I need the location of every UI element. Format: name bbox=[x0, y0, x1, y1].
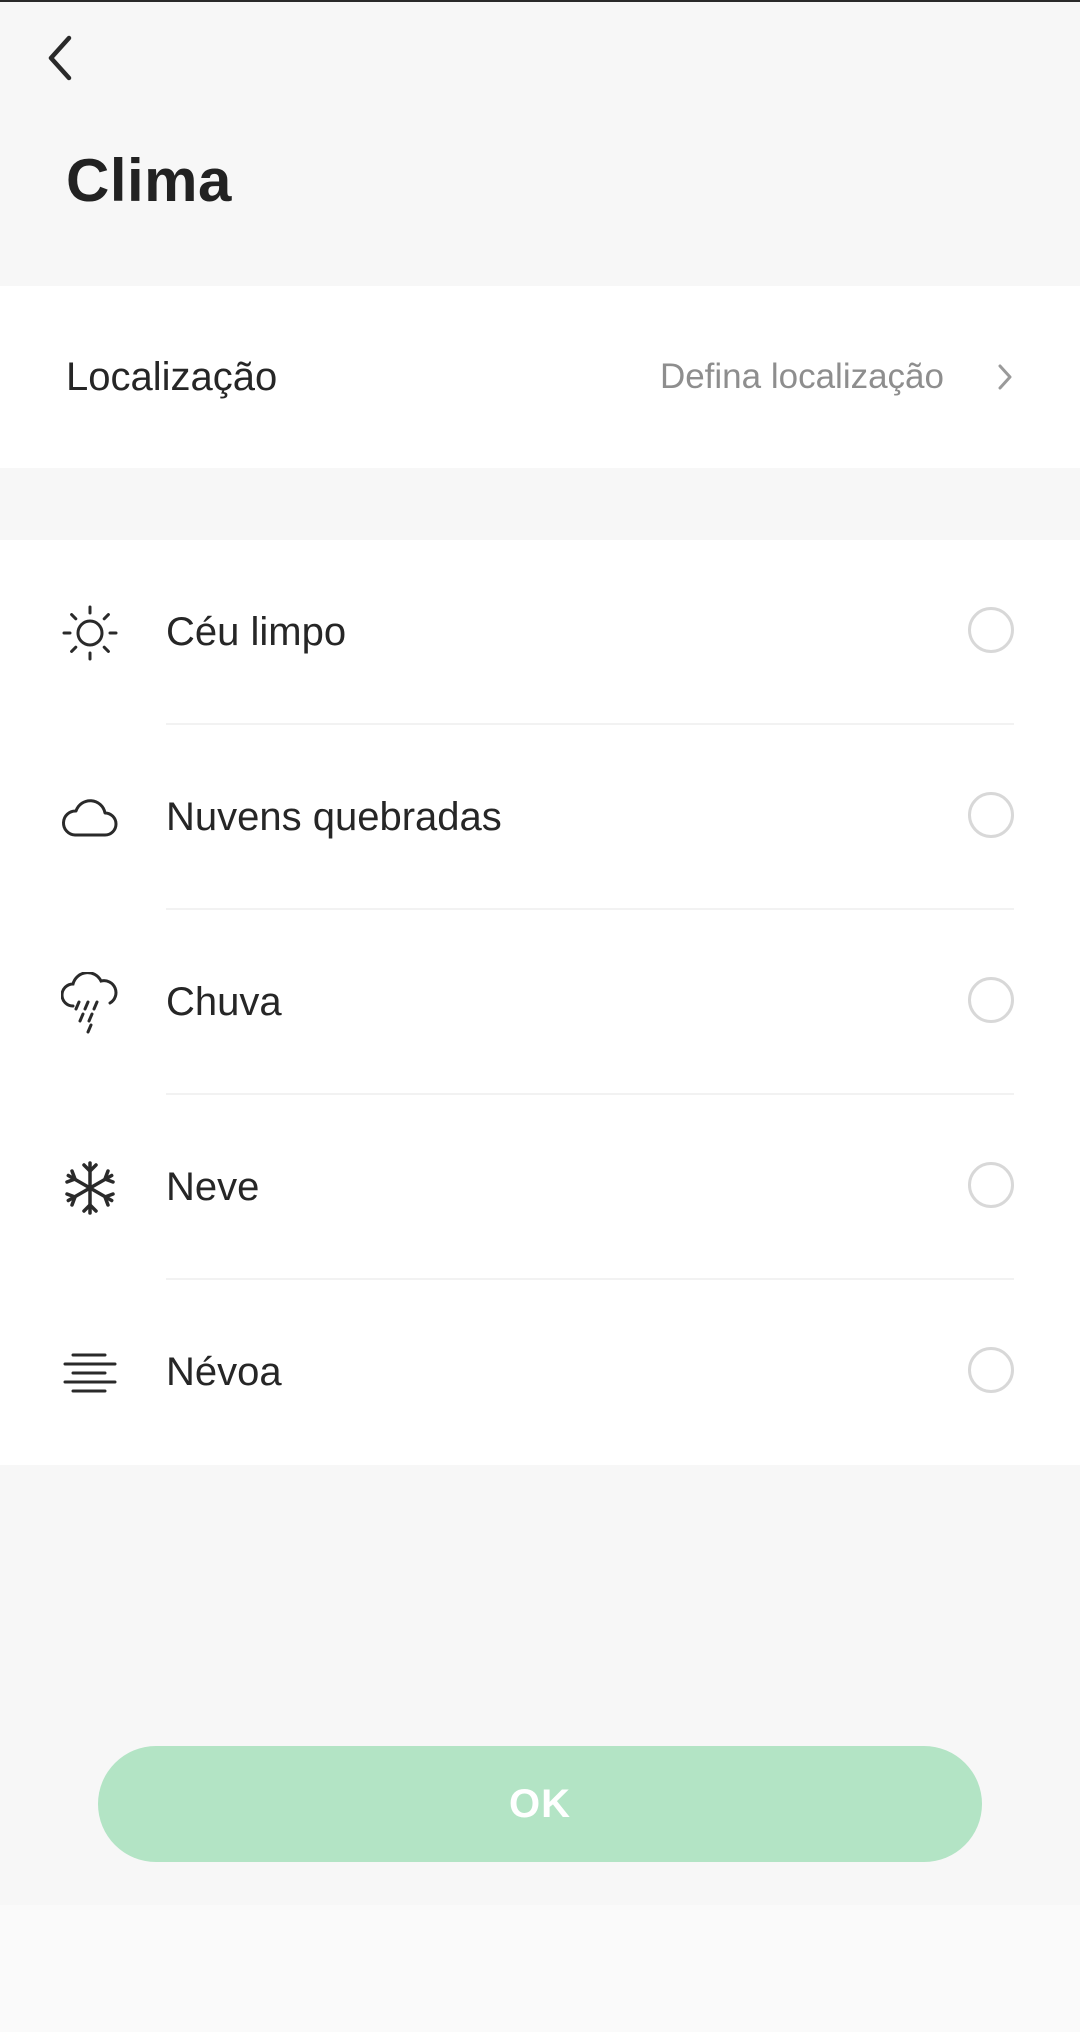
rain-icon bbox=[60, 910, 120, 1095]
weather-option-broken-clouds[interactable]: Nuvens quebradas bbox=[0, 725, 1080, 910]
location-value: Defina localização bbox=[659, 357, 944, 396]
cloud-icon bbox=[60, 725, 120, 910]
weather-option-label: Névoa bbox=[166, 1350, 282, 1394]
back-arrow-icon bbox=[45, 34, 75, 87]
location-row[interactable]: Localização Defina localização bbox=[0, 286, 1080, 468]
weather-option-rain[interactable]: Chuva bbox=[0, 910, 1080, 1095]
weather-option-label: Chuva bbox=[166, 980, 282, 1024]
top-border bbox=[0, 0, 1080, 2]
radio-button[interactable] bbox=[968, 792, 1014, 838]
bottom-safe-area bbox=[0, 1905, 1080, 2032]
radio-button[interactable] bbox=[968, 1162, 1014, 1208]
back-button[interactable] bbox=[36, 30, 84, 90]
snowflake-icon bbox=[60, 1095, 120, 1280]
radio-button[interactable] bbox=[968, 977, 1014, 1023]
weather-option-clear-sky[interactable]: Céu limpo bbox=[0, 540, 1080, 725]
location-label: Localização bbox=[66, 354, 278, 399]
radio-button[interactable] bbox=[968, 1347, 1014, 1393]
weather-options-list: Céu limpo Nuvens quebradas Chuva Neve Né… bbox=[0, 540, 1080, 1465]
ok-button[interactable]: OK bbox=[98, 1746, 982, 1862]
radio-button[interactable] bbox=[968, 607, 1014, 653]
page-title: Clima bbox=[66, 147, 232, 214]
weather-option-snow[interactable]: Neve bbox=[0, 1095, 1080, 1280]
weather-option-fog[interactable]: Névoa bbox=[0, 1280, 1080, 1465]
weather-option-label: Nuvens quebradas bbox=[166, 795, 502, 839]
chevron-right-icon bbox=[990, 286, 1020, 468]
fog-icon bbox=[60, 1280, 120, 1465]
sun-icon bbox=[60, 540, 120, 725]
weather-option-label: Neve bbox=[166, 1165, 260, 1209]
weather-option-label: Céu limpo bbox=[166, 610, 347, 654]
